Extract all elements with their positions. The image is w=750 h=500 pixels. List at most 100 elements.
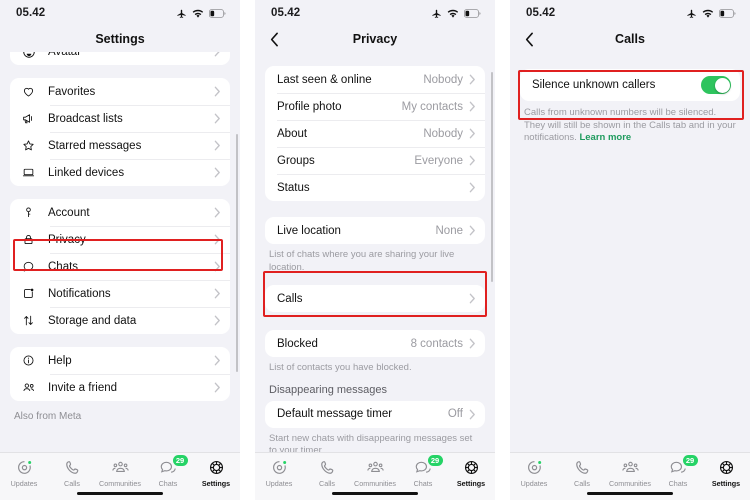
info-circle-icon [22,354,48,367]
calls-item-label: Silence unknown callers [532,79,656,91]
privacy-item-value: Everyone [414,154,463,167]
privacy-item-about[interactable]: About Nobody [265,120,485,147]
privacy-item-groups[interactable]: Groups Everyone [265,147,485,174]
privacy-item-calls[interactable]: Calls [265,285,485,312]
privacy-item-value: Off [447,408,463,421]
tab-settings[interactable]: Settings [447,458,495,488]
privacy-item-value: Nobody [423,73,463,86]
privacy-item-last-seen-online[interactable]: Last seen & online Nobody [265,66,485,93]
chevron-right-icon [214,52,221,57]
privacy-scroll-body[interactable]: Last seen & online Nobody Profile photo … [255,52,495,452]
chats-icon: 29 [414,455,443,477]
chevron-right-icon [214,315,221,326]
scrollbar[interactable] [235,134,238,372]
tab-updates[interactable]: Updates [0,458,48,488]
back-button[interactable] [267,31,281,47]
megaphone-icon [22,112,48,125]
scrollbar[interactable] [490,72,493,282]
tab-calls[interactable]: Calls [48,458,96,488]
calls-item-silence-unknown-callers[interactable]: Silence unknown callers [520,69,740,101]
settings-item-label: Broadcast lists [48,112,123,125]
privacy-item-label: Blocked [277,337,318,350]
settings-item-notifications[interactable]: Notifications [10,280,230,307]
notification-icon [22,287,48,300]
tab-calls[interactable]: Calls [558,458,606,488]
privacy-item-status[interactable]: Status [265,174,485,201]
battery-icon [464,8,481,18]
tab-bar[interactable]: Updates Calls Communities 29 Chats Setti… [255,452,495,500]
tab-communities[interactable]: Communities [606,458,654,488]
tab-calls[interactable]: Calls [303,458,351,488]
phone-screen-settings: 05.42 Settings Avatar [0,0,240,500]
home-indicator [587,491,673,495]
privacy-item-default-message-timer[interactable]: Default message timer Off [265,401,485,428]
privacy-item-label: Profile photo [277,100,342,113]
privacy-item-label: Last seen & online [277,73,372,86]
settings-item-avatar[interactable]: Avatar [10,52,230,65]
privacy-item-value: Nobody [423,127,463,140]
gear-icon [718,458,735,477]
settings-item-linked-devices[interactable]: Linked devices [10,159,230,186]
tab-communities[interactable]: Communities [351,458,399,488]
settings-item-starred-messages[interactable]: Starred messages [10,132,230,159]
settings-item-favorites[interactable]: Favorites [10,78,230,105]
chevron-right-icon [214,382,221,393]
settings-item-invite-a-friend[interactable]: Invite a friend [10,374,230,401]
tab-updates[interactable]: Updates [510,458,558,488]
tab-chats[interactable]: 29 Chats [144,455,192,488]
settings-item-storage-and-data[interactable]: Storage and data [10,307,230,334]
lock-icon [22,233,48,246]
back-button[interactable] [522,31,536,47]
privacy-item-profile-photo[interactable]: Profile photo My contacts [265,93,485,120]
battery-icon [719,8,736,18]
chevron-right-icon [214,113,221,124]
default-timer-caption: Start new chats with disappearing messag… [269,432,473,452]
privacy-item-value: My contacts [401,100,463,113]
wifi-icon [702,8,714,19]
arrows-updown-icon [22,314,48,327]
tab-communities[interactable]: Communities [96,458,144,488]
settings-item-label: Account [48,206,90,219]
silence-unknown-callers-toggle[interactable] [701,76,731,94]
tab-label: Communities [354,479,396,488]
chevron-right-icon [469,338,476,349]
status-bar: 05.42 [510,0,750,26]
tab-bar[interactable]: Updates Calls Communities 29 Chats Setti… [510,452,750,500]
airplane-icon [431,8,442,19]
settings-item-broadcast-lists[interactable]: Broadcast lists [10,105,230,132]
privacy-card-live-location: Live location None [265,217,485,244]
updates-icon [526,458,543,477]
tab-chats[interactable]: 29 Chats [654,455,702,488]
updates-icon [16,458,33,477]
phone-screen-calls: 05.42 Calls Silence unknown callers Call… [510,0,750,500]
tab-label: Updates [520,479,548,488]
settings-item-privacy[interactable]: Privacy [10,226,230,253]
settings-item-help[interactable]: Help [10,347,230,374]
chevron-right-icon [469,293,476,304]
status-icon-group [431,8,481,19]
tab-label: Updates [10,479,38,488]
privacy-item-label: Default message timer [277,408,393,421]
tab-settings[interactable]: Settings [192,458,240,488]
privacy-card-blocked: Blocked 8 contacts [265,330,485,358]
tab-updates[interactable]: Updates [255,458,303,488]
learn-more-link[interactable]: Learn more [579,132,631,143]
tab-chats[interactable]: 29 Chats [399,455,447,488]
tab-bar[interactable]: Updates Calls Communities 29 Chats Setti… [0,452,240,500]
tab-settings[interactable]: Settings [702,458,750,488]
settings-item-account[interactable]: Account [10,199,230,226]
settings-scroll-body[interactable]: Avatar Favorites Broadcast lists [0,52,240,452]
avatar-icon [22,52,48,59]
chevron-right-icon [469,101,476,112]
privacy-item-live-location[interactable]: Live location None [265,217,485,244]
chevron-right-icon [469,182,476,193]
privacy-item-blocked[interactable]: Blocked 8 contacts [265,330,485,357]
settings-item-chats[interactable]: Chats [10,253,230,280]
home-indicator [332,491,418,495]
status-icon-group [176,8,226,19]
chevron-right-icon [214,355,221,366]
tab-label: Chats [413,479,433,488]
calls-scroll-body[interactable]: Silence unknown callers Calls from unkno… [510,52,750,452]
